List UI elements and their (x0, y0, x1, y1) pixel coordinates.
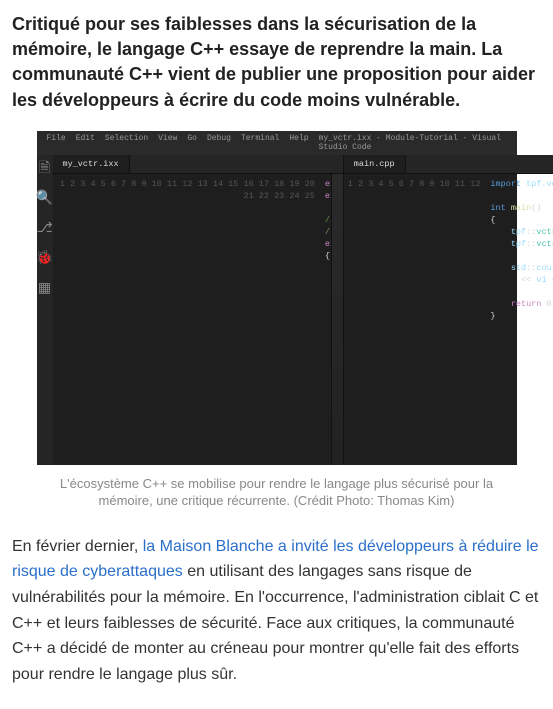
window-title: my_vctr.ixx - Module-Tutorial - Visual S… (319, 134, 507, 152)
line-gutter-left: 1 2 3 4 5 6 7 8 9 10 11 12 13 14 15 16 1… (53, 174, 319, 465)
git-icon: ⎇ (37, 221, 53, 237)
body-post-link: en utilisant des langages sans risque de… (12, 563, 538, 682)
code-editor-screenshot: File Edit Selection View Go Debug Termin… (37, 131, 517, 465)
right-editor-pane: main.cpp 1 2 3 4 5 6 7 8 9 10 11 12 impo… (344, 155, 553, 465)
lead-paragraph: Critiqué pour ses faiblesses dans la séc… (12, 12, 541, 113)
article-body: En février dernier, la Maison Blanche a … (12, 534, 541, 688)
tab-left-file: my_vctr.ixx (53, 155, 130, 173)
figure-caption: L'écosystème C++ se mobilise pour rendre… (37, 475, 517, 510)
menu-item: Debug (207, 134, 231, 152)
menu-item: Help (289, 134, 308, 152)
search-icon: 🔍 (37, 191, 53, 207)
files-icon: 🗎 (37, 161, 53, 177)
tab-right-file: main.cpp (344, 155, 406, 173)
activity-bar: 🗎 🔍 ⎇ 🐞 ▦ (37, 155, 53, 465)
code-lines-right: import tpf.vctr; int main() { tpf::vctr … (484, 174, 553, 465)
menu-item: View (158, 134, 177, 152)
menu-item: Go (187, 134, 197, 152)
extensions-icon: ▦ (37, 281, 53, 297)
body-pre-link: En février dernier, (12, 538, 143, 555)
menu-item: Terminal (241, 134, 279, 152)
line-gutter-right: 1 2 3 4 5 6 7 8 9 10 11 12 (344, 174, 485, 465)
minimap (331, 174, 343, 465)
menu-item: File (47, 134, 66, 152)
code-lines-left: export module tpf.vctr; export import st… (319, 174, 331, 465)
left-editor-pane: my_vctr.ixx 1 2 3 4 5 6 7 8 9 10 11 12 1… (53, 155, 344, 465)
debug-icon: 🐞 (37, 251, 53, 267)
ide-menubar: File Edit Selection View Go Debug Termin… (37, 131, 517, 155)
menu-item: Edit (76, 134, 95, 152)
menu-item: Selection (105, 134, 148, 152)
